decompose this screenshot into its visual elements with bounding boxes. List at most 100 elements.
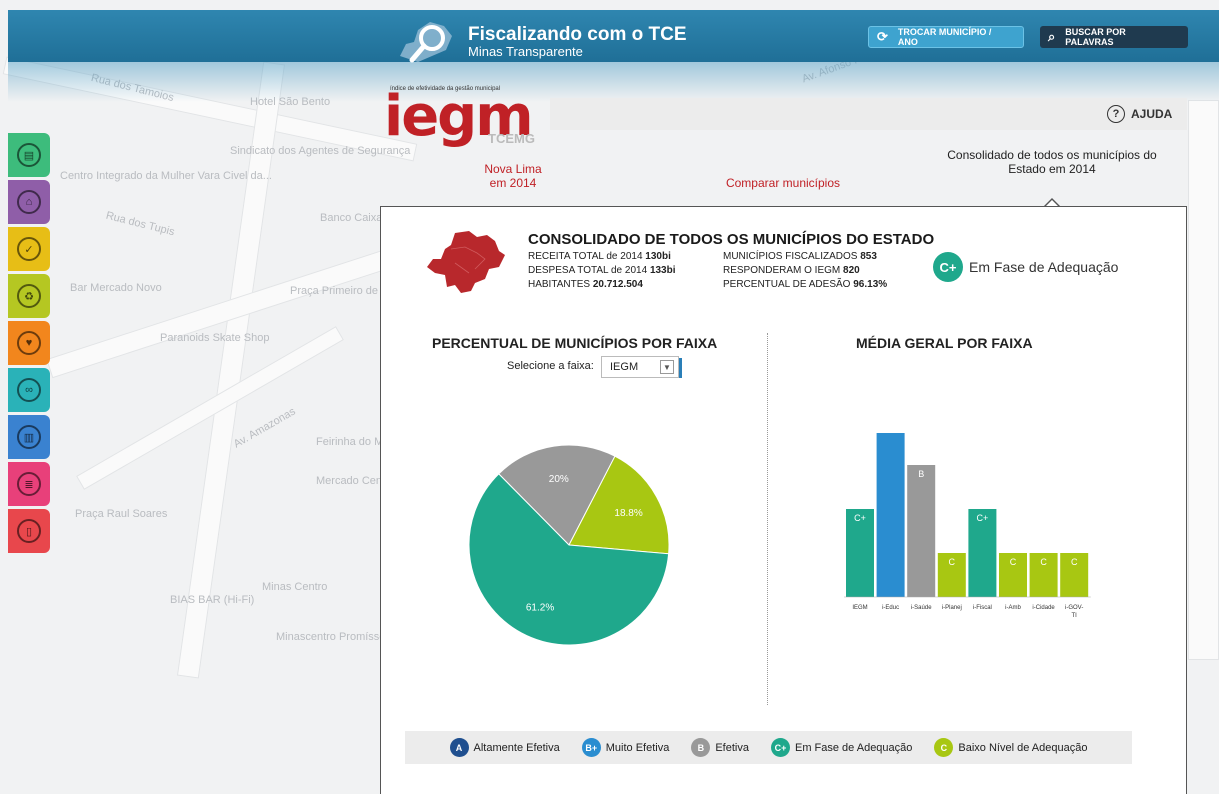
legend-item: C Baixo Nível de Adequação <box>934 738 1087 757</box>
map-label: Paranoids Skate Shop <box>160 332 270 344</box>
nav-item-educacao[interactable]: ⌂ <box>8 180 50 224</box>
status-label: Em Fase de Adequação <box>969 259 1119 275</box>
bar[interactable] <box>876 433 905 597</box>
habitantes-row: HABITANTES 20.712.504 <box>528 279 643 290</box>
nav-item-ti[interactable]: ▯ <box>8 509 50 553</box>
bar-category-label: i-Educ <box>882 605 899 611</box>
legend-grade-badge: B <box>691 738 711 757</box>
bar[interactable] <box>907 465 936 597</box>
nav-item-fiscal[interactable]: ∞ <box>8 368 50 412</box>
mg-magnifier-logo-icon <box>392 16 462 68</box>
bar-category-label: TI <box>1072 613 1078 619</box>
health-icon: ♥ <box>17 331 41 355</box>
building-icon: ⌂ <box>17 190 41 214</box>
grade-legend: A Altamente Efetiva B+ Muito Efetiva B Efetiv… <box>405 731 1132 764</box>
faixa-value: IEGM <box>610 361 639 373</box>
tab-comparar[interactable]: Comparar municípios <box>718 176 848 190</box>
legend-label: Efetiva <box>715 741 749 754</box>
map-label: Bar Mercado Novo <box>70 282 162 294</box>
bar-grade-label: C+ <box>977 513 989 523</box>
nav-item-ambiente[interactable]: ♻ <box>8 274 50 318</box>
bar-category-label: IEGM <box>852 605 867 611</box>
nav-item-saude[interactable]: ♥ <box>8 321 50 365</box>
bar-grade-label: C <box>1071 557 1078 567</box>
bar-grade-label: B+ <box>885 433 896 435</box>
legend-item: B Efetiva <box>691 738 749 757</box>
map-label: BIAS BAR (Hi-Fi) <box>170 594 255 606</box>
ajuda-bar <box>550 98 1187 130</box>
chevron-down-icon: ▼ <box>660 360 674 374</box>
map-label: Minas Centro <box>262 581 328 593</box>
ajuda-button[interactable]: ? AJUDA <box>1107 105 1172 123</box>
trocar-municipio-button[interactable]: ⟳ TROCAR MUNICÍPIO / ANO <box>868 26 1024 48</box>
legend-item: B+ Muito Efetiva <box>581 738 670 757</box>
map-label: Minascentro Promíssoes <box>276 631 398 643</box>
legend-grade-badge: B+ <box>581 738 601 757</box>
search-icon: ⌕ <box>1048 29 1056 44</box>
nav-item-overview[interactable]: ▤ <box>8 133 50 177</box>
pie-slice-label: 18.8% <box>614 508 642 519</box>
faixa-label: Selecione a faixa: <box>507 360 594 372</box>
legend-label: Baixo Nível de Adequação <box>958 741 1088 754</box>
tab-consolidado[interactable]: Consolidado de todos os municípios do Es… <box>946 148 1158 176</box>
checklist-icon: ✓ <box>17 237 41 261</box>
bar-category-label: i-Planej <box>942 605 962 611</box>
nav-item-cidade[interactable]: ▥ <box>8 415 50 459</box>
recycle-icon: ♻ <box>17 284 41 308</box>
legend-label: Muito Efetiva <box>605 741 670 754</box>
buscar-palavras-button[interactable]: ⌕ BUSCAR POR PALAVRAS <box>1040 26 1188 48</box>
summary-left: RECEITA TOTAL de 2014 130bi DESPESA TOTA… <box>528 250 676 292</box>
side-nav: ▤ ⌂ ✓ ♻ ♥ ∞ ▥ ≣ ▯ <box>8 133 50 556</box>
map-label: Centro Integrado da Mulher Vara Civel da… <box>60 170 272 182</box>
pie-slice-label: 20% <box>549 474 569 485</box>
legend-item: C+ Em Fase de Adequação <box>770 738 913 757</box>
bar-chart: C+ IEGM B+ i-Educ Bi-Saúde Ci-Planej C+ i-Fisca… <box>844 433 1091 619</box>
bar-category-label: i-Cidade <box>1032 605 1055 611</box>
buscar-label: BUSCAR POR PALAVRAS <box>1065 27 1126 47</box>
help-icon: ? <box>1107 105 1125 123</box>
brand[interactable]: Fiscalizando com o TCE Minas Transparent… <box>392 12 687 72</box>
legend-grade-badge: C+ <box>770 738 790 757</box>
device-icon: ▯ <box>17 519 41 543</box>
legend-item: A Altamente Efetiva <box>449 738 560 757</box>
map-label: Rua dos Tupis <box>104 209 176 239</box>
map-label: Praça Raul Soares <box>75 508 168 520</box>
trocar-label: TROCAR MUNICÍPIO / ANO <box>897 27 992 47</box>
map-label: Av. Amazonas <box>231 405 298 451</box>
nav-item-planejamento[interactable]: ✓ <box>8 227 50 271</box>
pie-chart: 20% 18.8% 61.2% <box>468 444 670 646</box>
handshake-icon: ∞ <box>17 378 41 402</box>
bar-grade-label: C <box>949 557 956 567</box>
despesa-row: DESPESA TOTAL de 2014 133bi <box>528 265 676 276</box>
pie-section-title: PERCENTUAL DE MUNICÍPIOS POR FAIXA <box>432 335 718 351</box>
nav-item-documentos[interactable]: ≣ <box>8 462 50 506</box>
legend-label: Altamente Efetiva <box>473 741 560 754</box>
iegm-sub-logo: TCEMG <box>488 131 535 146</box>
summary-title: CONSOLIDADO DE TODOS OS MUNICÍPIOS DO ES… <box>528 231 935 248</box>
bar-category-label: i-GOV- <box>1065 605 1083 611</box>
brand-title: Fiscalizando com o TCE <box>468 24 687 45</box>
ajuda-label: AJUDA <box>1131 107 1173 121</box>
brand-subtitle: Minas Transparente <box>468 44 583 59</box>
adesao-row: PERCENTUAL DE ADESÃO 96.13% <box>723 279 888 290</box>
status-badge: C+ Em Fase de Adequação <box>933 252 1118 282</box>
bar-grade-label: C+ <box>854 513 866 523</box>
tab-municipio[interactable]: Nova Lima em 2014 <box>478 162 548 190</box>
bar-category-label: i-Saúde <box>911 605 932 611</box>
fiscalizados-row: MUNICÍPIOS FISCALIZADOS 853 <box>723 251 877 262</box>
grade-badge: C+ <box>933 252 963 282</box>
main-panel: CONSOLIDADO DE TODOS OS MUNICÍPIOS DO ES… <box>380 206 1187 794</box>
minas-gerais-map-icon <box>427 231 505 293</box>
faixa-select[interactable]: IEGM ▼ <box>601 356 682 378</box>
bar-category-label: i-Fiscal <box>973 605 992 611</box>
refresh-icon: ⟳ <box>877 29 888 44</box>
bar-grade-label: C <box>1040 557 1047 567</box>
screen-icon: ▤ <box>17 143 41 167</box>
responderam-row: RESPONDERAM O IEGM 820 <box>723 265 860 276</box>
bar-section-title: MÉDIA GERAL POR FAIXA <box>856 335 1033 351</box>
pie-slice-label: 61.2% <box>526 603 554 614</box>
bar-grade-label: C <box>1010 557 1017 567</box>
legend-grade-badge: C <box>934 738 954 757</box>
city-icon: ▥ <box>17 425 41 449</box>
legend-label: Em Fase de Adequação <box>794 741 913 754</box>
